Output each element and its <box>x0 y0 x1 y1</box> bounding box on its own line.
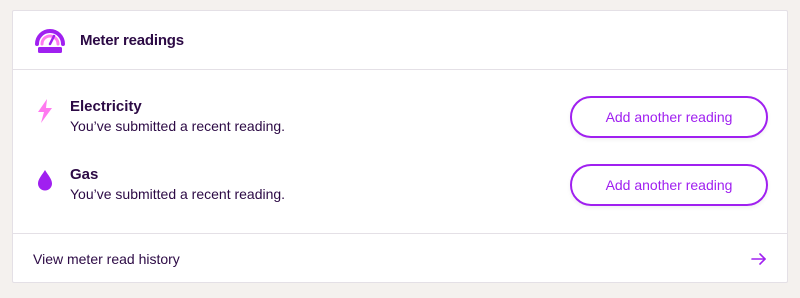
reading-row-gas: Gas You’ve submitted a recent reading. A… <box>13 164 787 224</box>
view-meter-history-label: View meter read history <box>33 250 180 267</box>
view-meter-history-link[interactable]: View meter read history <box>13 233 787 283</box>
flame-drop-icon <box>35 166 55 192</box>
reading-name: Gas <box>70 166 99 183</box>
add-electricity-reading-button[interactable]: Add another reading <box>570 96 768 138</box>
add-gas-reading-button[interactable]: Add another reading <box>570 164 768 206</box>
reading-status: You’ve submitted a recent reading. <box>70 118 286 134</box>
reading-name: Electricity <box>70 98 142 115</box>
arrow-right-icon <box>751 252 767 266</box>
reading-status: You’ve submitted a recent reading. <box>70 186 286 202</box>
lightning-bolt-icon <box>35 98 55 124</box>
reading-row-electricity: Electricity You’ve submitted a recent re… <box>13 96 787 156</box>
meter-readings-card: Meter readings Electricity You’ve submit… <box>12 10 788 283</box>
card-title: Meter readings <box>80 31 184 49</box>
meter-gauge-icon <box>35 25 65 55</box>
card-header: Meter readings <box>13 11 787 70</box>
